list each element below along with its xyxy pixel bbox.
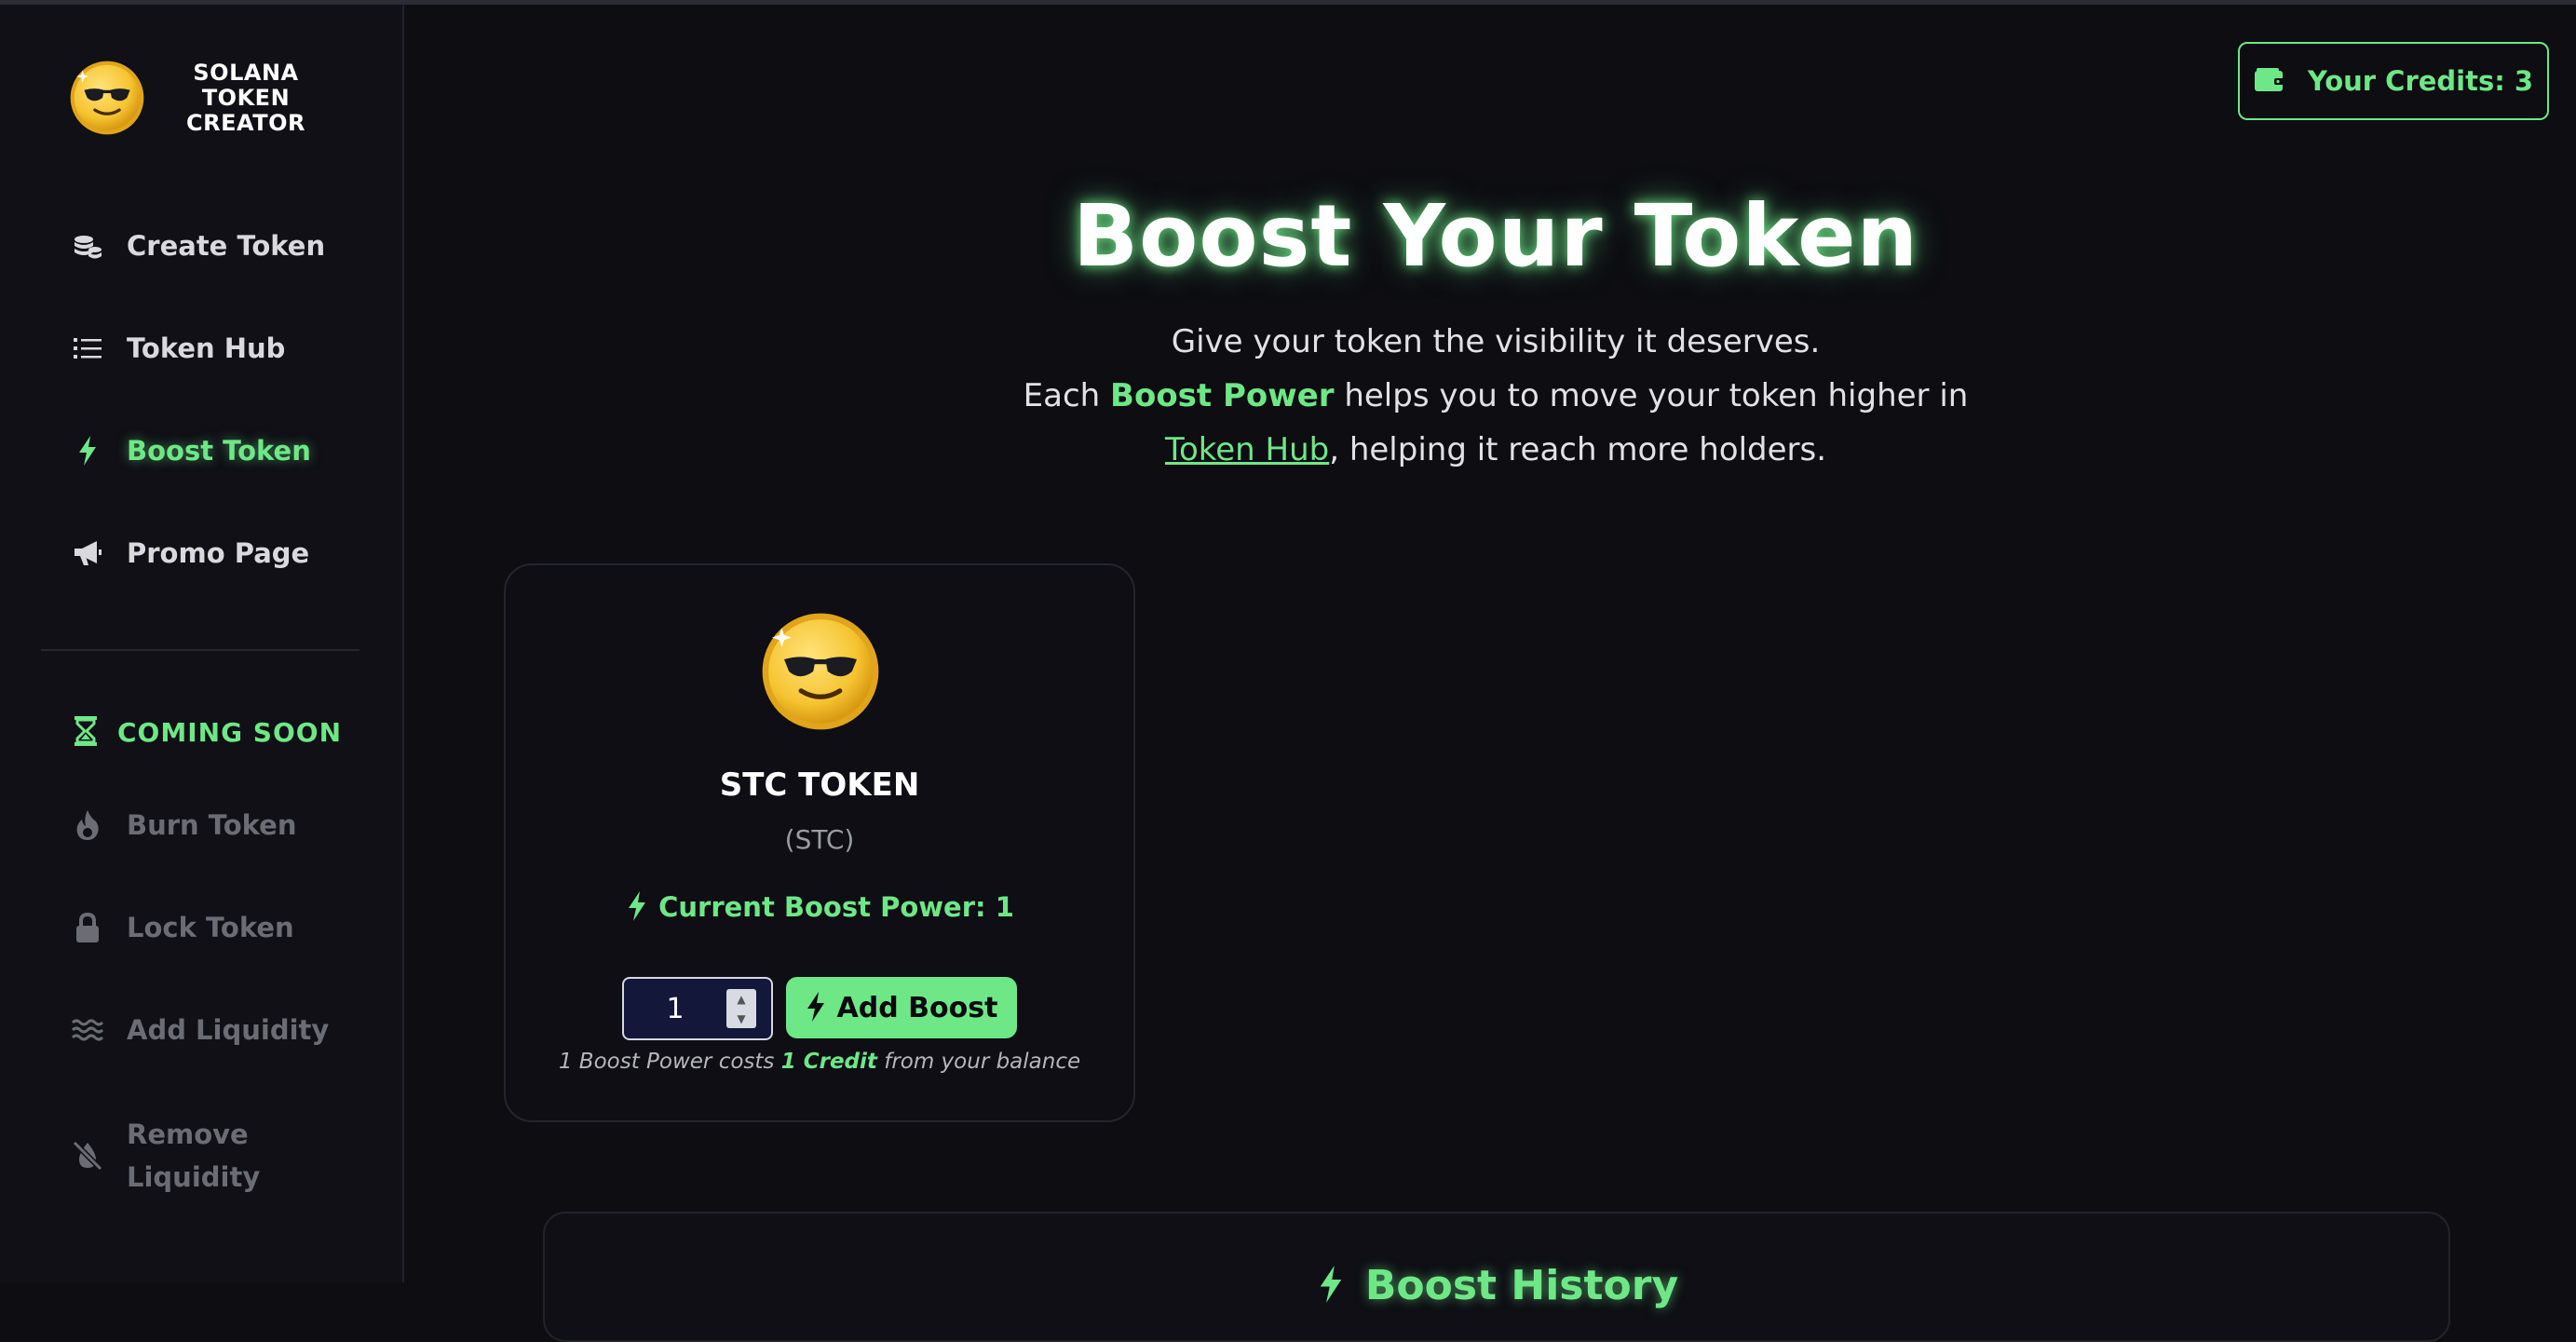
sidebar-item-create-token[interactable]: Create Token xyxy=(71,229,325,263)
current-boost-power: Current Boost Power: 1 xyxy=(506,891,1133,923)
boost-quantity-input[interactable]: 1 ▲ ▼ xyxy=(622,977,773,1040)
sidebar-item-label: Lock Token xyxy=(127,912,294,943)
coming-soon-label: COMING SOON xyxy=(117,716,343,748)
list-icon xyxy=(71,332,104,365)
token-logo xyxy=(762,613,879,730)
sidebar-item-label: Remove Liquidity xyxy=(127,1118,261,1193)
sidebar-item-label: Create Token xyxy=(127,230,326,262)
coins-stack-icon xyxy=(71,229,104,263)
boost-history-panel: Boost History xyxy=(543,1212,2450,1342)
sidebar-item-remove-liquidity[interactable]: Remove Liquidity xyxy=(71,1113,260,1199)
add-boost-label: Add Boost xyxy=(836,991,998,1024)
subtitle-text: , helping it reach more holders. xyxy=(1329,431,1827,468)
quantity-stepper[interactable]: ▲ ▼ xyxy=(726,989,756,1028)
cost-text: 1 Boost Power costs xyxy=(558,1050,781,1074)
sidebar-item-burn-token[interactable]: Burn Token xyxy=(71,808,296,842)
subtitle-text: helps you to move your token higher in xyxy=(1334,377,1969,414)
sidebar-item-label: Burn Token xyxy=(127,809,297,841)
boost-quantity-value[interactable]: 1 xyxy=(624,993,726,1025)
page-subtitle: Give your token the visibility it deserv… xyxy=(838,315,2153,477)
credits-label: Your Credits: 3 xyxy=(2307,65,2534,97)
sidebar-item-promo-page[interactable]: Promo Page xyxy=(71,536,309,570)
bolt-icon xyxy=(806,992,830,1023)
token-symbol: (STC) xyxy=(784,824,855,855)
subtitle-line-1: Give your token the visibility it deserv… xyxy=(1171,323,1821,360)
brand-logo[interactable]: SOLANA TOKEN CREATOR xyxy=(69,60,339,136)
hourglass-icon xyxy=(75,716,102,748)
bolt-icon xyxy=(71,434,104,468)
sidebar-item-add-liquidity[interactable]: Add Liquidity xyxy=(71,1013,329,1047)
token-name: STC TOKEN xyxy=(719,766,920,804)
water-waves-icon xyxy=(71,1013,104,1047)
lock-icon xyxy=(71,911,104,944)
bolt-icon xyxy=(1315,1265,1347,1307)
subtitle-line-3: Token Hub, helping it reach more holders… xyxy=(838,423,2153,477)
subtitle-line-2: Each Boost Power helps you to move your … xyxy=(838,369,2153,423)
boost-power-label: Current Boost Power: 1 xyxy=(658,891,1014,923)
sidebar-item-label: Promo Page xyxy=(127,537,310,569)
sidebar-item-label: Token Hub xyxy=(127,332,286,364)
boost-history-title: Boost History xyxy=(545,1262,2448,1309)
sidebar-item-token-hub[interactable]: Token Hub xyxy=(71,332,285,365)
page-title: Boost Your Token xyxy=(1073,186,1918,286)
boost-power-highlight: Boost Power xyxy=(1110,377,1335,414)
sidebar-item-lock-token[interactable]: Lock Token xyxy=(71,911,294,944)
flame-icon xyxy=(71,808,104,842)
chevron-down-icon[interactable]: ▼ xyxy=(737,1013,745,1024)
chevron-up-icon[interactable]: ▲ xyxy=(737,994,745,1005)
cost-text: from your balance xyxy=(876,1050,1081,1074)
token-card: STC TOKEN (STC) Current Boost Power: 1 1… xyxy=(504,563,1135,1122)
boost-cost-note: 1 Boost Power costs 1 Credit from your b… xyxy=(506,1050,1133,1074)
wallet-icon xyxy=(2254,67,2287,95)
boost-history-label: Boost History xyxy=(1364,1262,1679,1309)
brand-name: SOLANA TOKEN CREATOR xyxy=(186,59,305,136)
subtitle-text: Each xyxy=(1023,377,1111,414)
cost-highlight: 1 Credit xyxy=(780,1050,877,1074)
water-off-icon xyxy=(71,1139,104,1173)
credits-button[interactable]: Your Credits: 3 xyxy=(2238,42,2549,120)
sidebar-item-boost-token[interactable]: Boost Token xyxy=(71,434,311,468)
sidebar: SOLANA TOKEN CREATOR Create Token Token … xyxy=(0,5,404,1282)
sidebar-divider xyxy=(41,649,359,651)
bolt-icon xyxy=(625,891,649,923)
sidebar-item-label: Boost Token xyxy=(127,435,311,467)
token-hub-link[interactable]: Token Hub xyxy=(1165,431,1329,468)
sidebar-item-label: Add Liquidity xyxy=(127,1014,330,1046)
sunglasses-coin-icon xyxy=(70,61,144,135)
megaphone-icon xyxy=(71,536,104,570)
coming-soon-heading: COMING SOON xyxy=(75,716,342,748)
add-boost-button[interactable]: Add Boost xyxy=(786,977,1017,1038)
